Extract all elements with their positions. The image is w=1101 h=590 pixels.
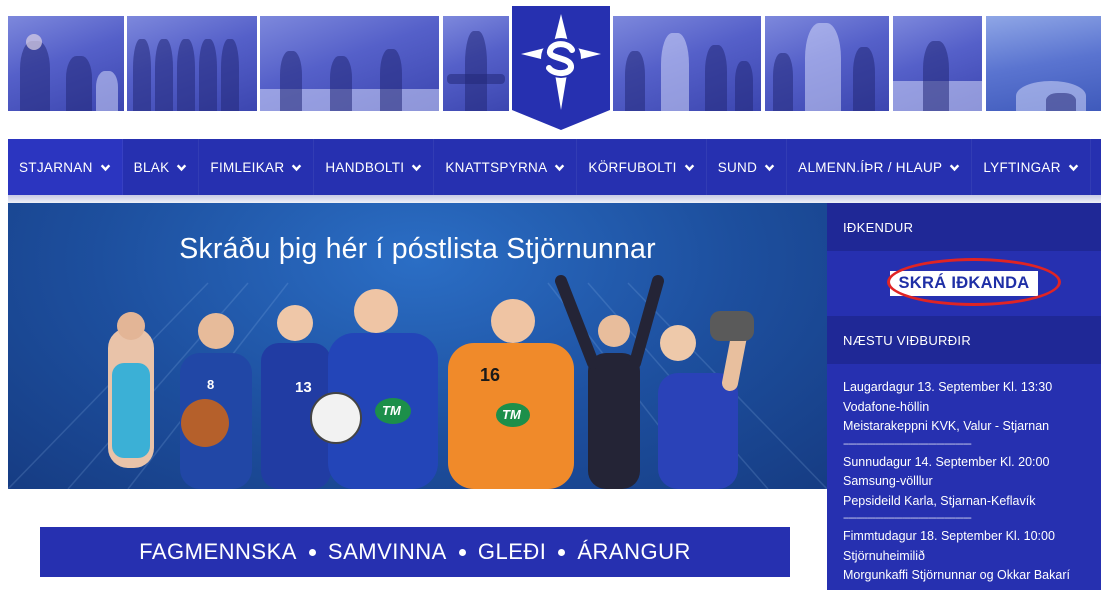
event-datetime: Sunnudagur 14. September Kl. 20:00 (843, 454, 1050, 469)
header-photo-strip (0, 0, 1101, 140)
chevron-down-icon (100, 163, 110, 171)
header-photo-weightlifting (443, 16, 509, 111)
slogan-word: FAGMENNSKA (139, 539, 297, 564)
chevron-down-icon (292, 163, 302, 171)
main-navigation: STJARNAN BLAK FIMLEIKAR HANDBOLTI KNATTS… (8, 139, 1101, 195)
sidebar-heading-idkendur: IÐKENDUR (827, 203, 1101, 251)
event-datetime: Laugardagur 13. September Kl. 13:30 (843, 380, 1053, 394)
chevron-down-icon (177, 163, 187, 171)
sidebar: IÐKENDUR SKRÁ IÐKANDA NÆSTU VIÐBURÐIR La… (827, 203, 1101, 590)
nav-item-label: STJARNAN (19, 159, 93, 175)
nav-item-korfubolti[interactable]: KÖRFUBOLTI (577, 139, 707, 195)
event-datetime: Fimmtudagur 18. September Kl. 10:00 (843, 529, 1055, 543)
nav-item-label: SUND (717, 159, 758, 175)
events-list: Laugardagur 13. September Kl. 13:30 Voda… (827, 364, 1101, 586)
header-photo-swimming (986, 16, 1101, 111)
event-title[interactable]: Morgunkaffi Stjörnunnar og Okkar Bakarí (843, 566, 1089, 586)
slogan-word: GLEÐI (477, 539, 547, 564)
nav-item-lyftingar[interactable]: LYFTINGAR (972, 139, 1091, 195)
nav-item-label: LYFTINGAR (983, 159, 1061, 175)
event-separator: ----------------------------------------… (843, 512, 972, 524)
nav-divider (8, 195, 1101, 203)
header-photo-volleyball (8, 16, 124, 111)
jersey-number: 16 (480, 365, 501, 385)
stjarnan-logo[interactable] (512, 6, 610, 130)
nav-item-label: HANDBOLTI (325, 159, 405, 175)
mailing-list-banner[interactable]: Skráðu þig hér í póstlista Stjörnunnar 8… (8, 203, 827, 489)
event-title[interactable]: Pepsideild Karla, Stjarnan-Keflavík (843, 492, 1089, 512)
header-photo-football (893, 16, 982, 111)
bullet-dot (558, 548, 566, 556)
sponsor-logo: TM (502, 407, 521, 422)
nav-item-handbolti[interactable]: HANDBOLTI (314, 139, 435, 195)
bullet-dot (458, 548, 466, 556)
nav-item-fimleikar[interactable]: FIMLEIKAR (199, 139, 315, 195)
sidebar-heading-events: NÆSTU VIÐBURÐIR (827, 316, 1101, 364)
slogan-bar: FAGMENNSKA SAMVINNA GLEÐI ÁRANGUR (40, 527, 790, 577)
nav-item-label: FIMLEIKAR (210, 159, 285, 175)
nav-item-stjarnan[interactable]: STJARNAN (8, 139, 123, 195)
chevron-down-icon (684, 163, 694, 171)
bullet-dot (308, 548, 316, 556)
register-section: SKRÁ IÐKANDA (827, 251, 1101, 316)
register-participant-button[interactable]: SKRÁ IÐKANDA (890, 271, 1038, 296)
event-separator: ----------------------------------------… (843, 437, 972, 450)
banner-title: Skráðu þig hér í póstlista Stjörnunnar (179, 233, 656, 265)
nav-item-label: KÖRFUBOLTI (588, 159, 677, 175)
event-location: Vodafone-höllin (843, 399, 930, 414)
page: STJARNAN BLAK FIMLEIKAR HANDBOLTI KNATTS… (0, 0, 1101, 590)
nav-item-label: ALMENN.ÍÞR / HLAUP (798, 159, 943, 175)
nav-item-label: BLAK (133, 159, 170, 175)
event-location: Samsung-völllur (843, 474, 933, 488)
header-photo-basketball (765, 16, 889, 111)
chevron-down-icon (555, 163, 565, 171)
jersey-number: 8 (207, 377, 215, 392)
jersey-number: 13 (295, 379, 312, 396)
slogan-word: ÁRANGUR (577, 539, 691, 564)
header-photo-gymnastics-team (127, 16, 257, 111)
nav-item-sund[interactable]: SUND (707, 139, 788, 195)
header-photo-running (613, 16, 761, 111)
sponsor-logo: TM (382, 403, 401, 418)
nav-item-label: KNATTSPYRNA (445, 159, 548, 175)
nav-item-knattspyrna[interactable]: KNATTSPYRNA (434, 139, 578, 195)
nav-item-blak[interactable]: BLAK (123, 139, 200, 195)
event-location: Stjörnuheimilið (843, 548, 925, 563)
chevron-down-icon (764, 163, 775, 171)
chevron-down-icon (950, 163, 960, 171)
nav-item-almenn-ithrottir[interactable]: ALMENN.ÍÞR / HLAUP (787, 139, 973, 195)
chevron-down-icon (412, 163, 422, 171)
chevron-down-icon (1068, 163, 1079, 171)
slogan-word: SAMVINNA (327, 539, 447, 564)
header-photo-handball (260, 16, 439, 111)
event-title[interactable]: Meistarakeppni KVK, Valur - Stjarnan (843, 417, 1089, 437)
